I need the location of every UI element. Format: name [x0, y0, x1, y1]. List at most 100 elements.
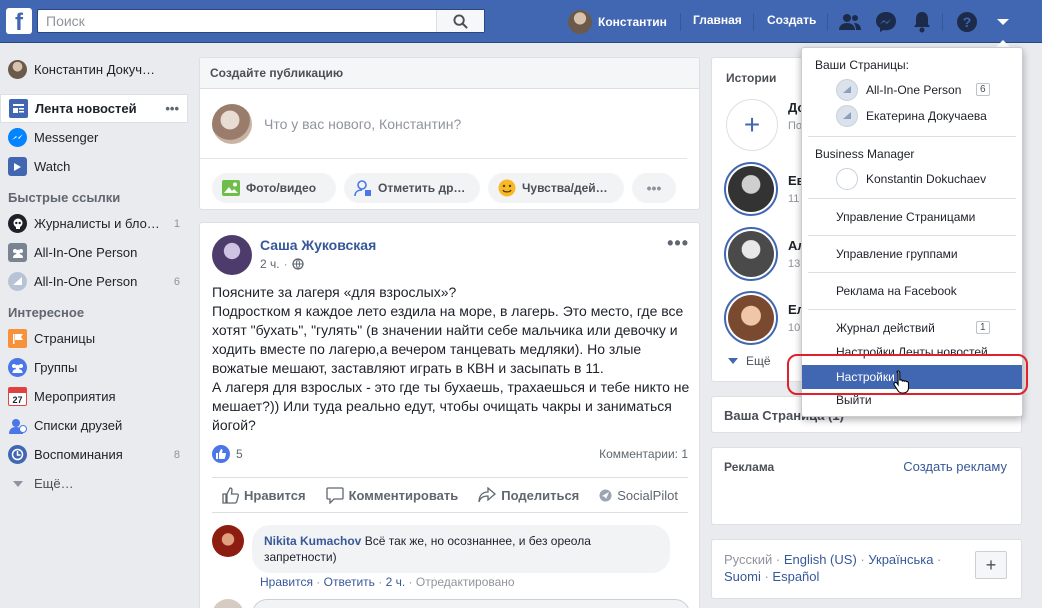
sidebar-item-news-feed[interactable]: Лента новостей •••: [0, 94, 188, 123]
avatar: [8, 60, 27, 79]
friend-requests-icon[interactable]: [838, 10, 862, 34]
menu-activity-badge: 1: [976, 321, 990, 334]
divider: [808, 136, 1016, 137]
avatar[interactable]: [212, 235, 252, 275]
facebook-logo-icon[interactable]: f: [6, 8, 32, 34]
comment-like-link[interactable]: Нравится: [260, 575, 313, 589]
stories-more-link[interactable]: Ещё: [728, 354, 771, 368]
watch-icon: [8, 157, 27, 176]
home-link[interactable]: Главная: [693, 13, 742, 27]
user-avatar: [568, 10, 592, 34]
ads-title: Реклама: [724, 460, 775, 474]
sidebar-item-events[interactable]: 27 Мероприятия: [0, 382, 190, 411]
clock-icon: [8, 445, 27, 464]
skull-icon: [8, 214, 27, 233]
sidebar-item-shortcut[interactable]: All-In-One Person: [0, 238, 190, 267]
divider: [680, 13, 681, 31]
menu-page-item[interactable]: Екатерина Докучаева: [836, 105, 987, 127]
comment-input[interactable]: [252, 599, 690, 608]
tag-friends-button[interactable]: Отметить др…: [344, 173, 480, 203]
post-time-text[interactable]: 2 ч.: [260, 257, 280, 271]
menu-activity-log[interactable]: Журнал действий: [836, 321, 935, 335]
sidebar-item-pages[interactable]: Страницы: [0, 324, 190, 353]
sidebar-item-groups[interactable]: Группы: [0, 353, 190, 382]
messenger-icon[interactable]: [874, 10, 898, 34]
create-ad-link[interactable]: Создать рекламу: [903, 459, 1007, 474]
photo-video-label: Фото/видео: [246, 181, 317, 195]
notifications-bell-icon[interactable]: [910, 10, 934, 34]
divider: [808, 272, 1016, 273]
post-timestamp: 2 ч. ·: [260, 257, 376, 271]
language-list: Русский · English (US) · Українська · Su…: [724, 552, 942, 584]
comment-author[interactable]: Nikita Kumachov: [264, 534, 361, 548]
composer-input[interactable]: [264, 115, 644, 132]
sidebar-item-label: Группы: [34, 360, 78, 375]
sidebar-item-shortcut[interactable]: All-In-One Person 6: [0, 267, 190, 296]
sidebar-item-messenger[interactable]: Messenger: [0, 123, 190, 152]
create-link[interactable]: Создать: [767, 13, 816, 27]
menu-page-name: Екатерина Докучаева: [866, 109, 987, 123]
sidebar-profile-name: Константин Докуч…: [34, 62, 155, 77]
sidebar-item-label: Мероприятия: [34, 389, 116, 404]
flag-icon: [8, 329, 27, 348]
profile-link[interactable]: Константин: [568, 9, 667, 35]
menu-page-item[interactable]: All-In-One Person: [836, 79, 961, 101]
feeling-activity-button[interactable]: Чувства/дей…: [488, 173, 624, 203]
page-flag-icon: [836, 105, 858, 127]
comment-reply-link[interactable]: Ответить: [324, 575, 375, 589]
calendar-icon: 27: [8, 387, 27, 406]
add-story-button[interactable]: +: [726, 99, 778, 151]
like-button[interactable]: Нравится: [222, 486, 306, 504]
language-link[interactable]: Suomi: [724, 569, 761, 584]
sidebar-item-friend-lists[interactable]: Списки друзей: [0, 411, 190, 440]
add-language-button[interactable]: +: [975, 551, 1007, 579]
help-icon[interactable]: ?: [955, 10, 979, 34]
comment-button[interactable]: Комментировать: [325, 486, 458, 504]
comment-time[interactable]: 2 ч.: [386, 575, 406, 589]
language-link[interactable]: Español: [772, 569, 819, 584]
story-avatar[interactable]: [724, 227, 778, 281]
socialpilot-button[interactable]: SocialPilot: [599, 488, 678, 503]
divider: [753, 13, 754, 31]
thumbs-up-icon: [222, 486, 239, 504]
divider: [942, 13, 943, 31]
like-reaction-icon: [212, 445, 230, 463]
search-button[interactable]: [436, 10, 484, 32]
business-manager-heading: Business Manager: [815, 147, 915, 161]
menu-business-name: Konstantin Dokuchaev: [866, 172, 987, 186]
menu-logout[interactable]: Выйти: [836, 393, 872, 407]
comment-count[interactable]: Комментарии: 1: [599, 447, 688, 461]
hand-cursor-icon: [893, 370, 910, 394]
sidebar-item-count: 8: [173, 448, 180, 461]
page-flag-icon: [8, 272, 27, 291]
like-count[interactable]: 5: [212, 445, 243, 463]
sidebar-item-memories[interactable]: Воспоминания 8: [0, 440, 190, 469]
photo-video-button[interactable]: Фото/видео: [212, 173, 336, 203]
sidebar-more-link[interactable]: Ещё…: [0, 469, 190, 498]
avatar[interactable]: [212, 525, 244, 557]
story-avatar[interactable]: [724, 162, 778, 216]
current-language: Русский: [724, 552, 773, 567]
story-sub: 11: [788, 193, 800, 205]
story-avatar[interactable]: [724, 291, 778, 345]
svg-text:27: 27: [12, 395, 22, 405]
menu-facebook-ads[interactable]: Реклама на Facebook: [836, 284, 957, 298]
sidebar-profile[interactable]: Константин Докуч…: [0, 55, 190, 84]
account-menu-caret-icon[interactable]: [991, 10, 1015, 34]
post-author[interactable]: Саша Жуковская: [260, 237, 376, 253]
menu-manage-pages[interactable]: Управление Страницами: [836, 210, 975, 224]
more-options-icon[interactable]: •••: [632, 173, 676, 203]
menu-business-account[interactable]: Konstantin Dokuchaev: [836, 168, 986, 190]
sidebar-item-shortcut[interactable]: Журналисты и бло… 1: [0, 209, 190, 238]
share-button[interactable]: Поделиться: [478, 487, 579, 503]
search-input[interactable]: [38, 10, 438, 32]
language-link[interactable]: English (US): [784, 552, 857, 567]
left-sidebar: Константин Докуч… Лента новостей ••• Mes…: [0, 55, 190, 498]
post-header: Саша Жуковская 2 ч. ·: [212, 235, 376, 275]
language-link[interactable]: Українська: [868, 552, 933, 567]
sidebar-item-watch[interactable]: Watch: [0, 152, 190, 181]
post-options-icon[interactable]: •••: [667, 233, 689, 254]
menu-manage-groups[interactable]: Управление группами: [836, 247, 958, 261]
composer-title: Создайте публикацию: [200, 58, 699, 89]
more-options-icon[interactable]: •••: [165, 101, 179, 116]
